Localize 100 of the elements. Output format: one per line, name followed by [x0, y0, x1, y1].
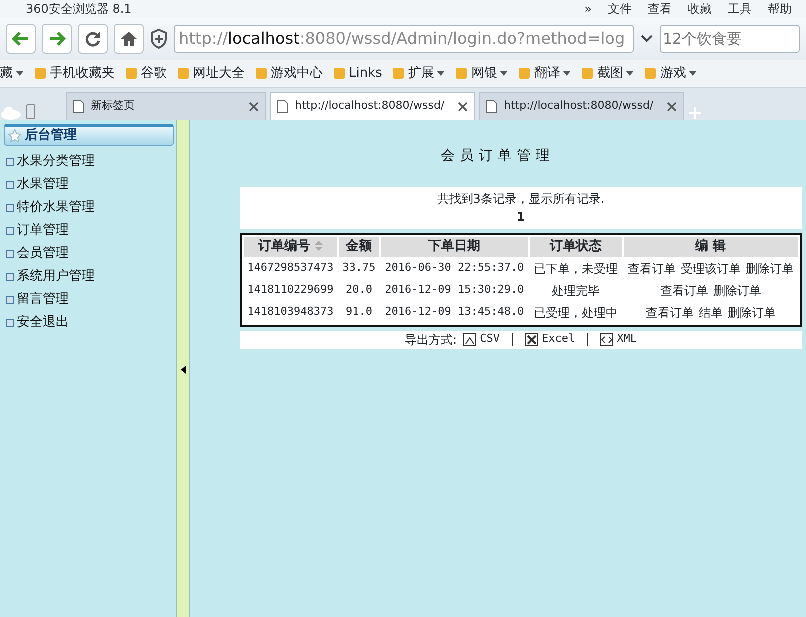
shield-icon [150, 29, 168, 49]
refresh-icon [84, 30, 102, 48]
page-icon [277, 100, 289, 114]
record-summary: 共找到3条记录，显示所有记录. [436, 191, 606, 208]
bookmark-item[interactable]: 藏 [0, 64, 24, 84]
table-cell-text: 处理完毕 [550, 282, 601, 300]
table-cell-text: 2016-06-30 22:55:37.0 [384, 260, 526, 276]
back-button[interactable] [6, 24, 36, 54]
sidebar-header: 后台管理 [4, 124, 174, 146]
search-field[interactable]: 12个饮食要 [660, 25, 800, 53]
phone-icon [26, 104, 36, 120]
separator-line [587, 333, 588, 346]
table-cell-text: 20.0 [344, 282, 374, 298]
refresh-button[interactable] [78, 24, 108, 54]
sidebar-item[interactable]: 订单管理 [0, 219, 176, 242]
page-title: 会员订单管理 [440, 147, 556, 166]
bookmark-icon [255, 67, 268, 80]
caret-icon [563, 70, 572, 76]
square-icon [6, 250, 14, 258]
home-icon [120, 30, 138, 48]
page-icon [486, 100, 498, 114]
table-cell-text: 2016-12-09 13:45:48.0 [384, 304, 526, 320]
cloud-icon [0, 106, 22, 120]
export-link[interactable]: CSV [463, 331, 500, 348]
bookmark-item[interactable]: 翻译 [518, 64, 572, 84]
column-header[interactable]: 订单编号 [244, 237, 338, 256]
column-header[interactable]: 编 辑 [624, 237, 798, 256]
browser-tab[interactable]: http://localhost:8080/wssd/ [479, 92, 684, 120]
bookmark-icon [125, 67, 138, 80]
close-icon [458, 102, 468, 112]
bookmark-item[interactable]: 游戏中心 [255, 64, 323, 84]
sidebar-item[interactable]: 留言管理 [0, 288, 176, 311]
column-header[interactable]: 金额 [339, 237, 380, 256]
tab-title: http://localhost:8080/wssd/ [295, 98, 446, 114]
bookmark-icon [392, 67, 406, 80]
bookmark-item[interactable]: 游戏 [644, 64, 698, 84]
back-arrow-icon [12, 31, 30, 47]
close-icon [249, 102, 259, 112]
bookmark-icon [333, 67, 346, 80]
table-cell-text: 1418103948373 [246, 304, 335, 320]
page-number[interactable]: 1 [240, 208, 802, 226]
tab-title: 新标签页 [91, 98, 136, 114]
close-icon [667, 102, 677, 112]
square-icon [6, 272, 14, 280]
table-cell-text: 33.75 [342, 260, 377, 276]
sidebar-item[interactable]: 会员管理 [0, 242, 176, 265]
table-cell-text: 1467298537473 [246, 260, 335, 276]
sidebar-item[interactable]: 系统用户管理 [0, 265, 176, 288]
forward-button[interactable] [42, 24, 72, 54]
action-link[interactable]: 查看订单 [660, 284, 708, 298]
home-button[interactable] [114, 24, 144, 54]
export-link[interactable]: Excel [524, 331, 576, 348]
bookmark-item[interactable]: 手机收藏夹 [34, 64, 115, 84]
square-icon [6, 226, 14, 234]
menu-item[interactable]: 帮助 [760, 0, 800, 18]
menu-item[interactable]: 文件 [600, 0, 640, 18]
bookmark-icon [177, 67, 190, 80]
bookmark-item[interactable]: Links [333, 64, 382, 84]
caret-icon [500, 70, 508, 76]
sidebar-item[interactable]: 水果管理 [0, 173, 176, 196]
action-link[interactable]: 查看订单 [646, 306, 694, 320]
action-link[interactable]: 删除订单 [746, 262, 794, 276]
square-icon [6, 296, 14, 304]
square-icon [6, 318, 14, 326]
bookmark-icon [581, 67, 594, 80]
sidebar-item[interactable]: 安全退出 [0, 311, 176, 334]
square-icon [6, 204, 14, 212]
square-icon [6, 158, 14, 166]
caret-icon [16, 70, 24, 76]
bookmark-item[interactable]: 网址大全 [177, 64, 245, 84]
bookmark-item[interactable]: 扩展 [392, 64, 446, 84]
menu-item[interactable]: 收藏 [680, 0, 720, 18]
square-icon [6, 180, 14, 188]
column-header[interactable]: 订单状态 [530, 237, 622, 256]
browser-tab[interactable]: http://localhost:8080/wssd/ [270, 92, 475, 120]
export-label: 导出方式: [405, 332, 458, 348]
menu-item[interactable]: 工具 [720, 0, 760, 18]
sidebar-item[interactable]: 水果分类管理 [0, 150, 176, 173]
column-header[interactable]: 下单日期 [381, 237, 528, 256]
star-icon [8, 129, 22, 143]
menu-item[interactable]: 查看 [640, 0, 680, 18]
action-link[interactable]: 受理该订单 [680, 262, 741, 276]
bookmark-icon [644, 67, 658, 80]
bookmark-item[interactable]: 谷歌 [125, 64, 167, 84]
action-link[interactable]: 查看订单 [628, 262, 676, 276]
table-cell-text: 1418110229699 [246, 282, 335, 298]
caret-icon [437, 70, 446, 76]
browser-tab[interactable]: 新标签页 [66, 92, 266, 120]
action-link[interactable]: 删除订单 [728, 306, 776, 320]
menu-item[interactable]: » [576, 0, 600, 18]
forward-arrow-icon [48, 31, 66, 47]
sort-icon [314, 241, 323, 252]
bookmark-item[interactable]: 网银 [455, 64, 508, 84]
address-bar[interactable]: http://localhost:8080/wssd/Admin/login.do?method=log [174, 25, 634, 53]
sidebar-item[interactable]: 特价水果管理 [0, 196, 176, 219]
export-link[interactable]: XML [600, 331, 637, 348]
bookmark-item[interactable]: 截图 [581, 64, 634, 84]
action-link[interactable]: 删除订单 [713, 284, 762, 298]
separator-line [512, 333, 513, 346]
action-link[interactable]: 结单 [698, 306, 723, 320]
